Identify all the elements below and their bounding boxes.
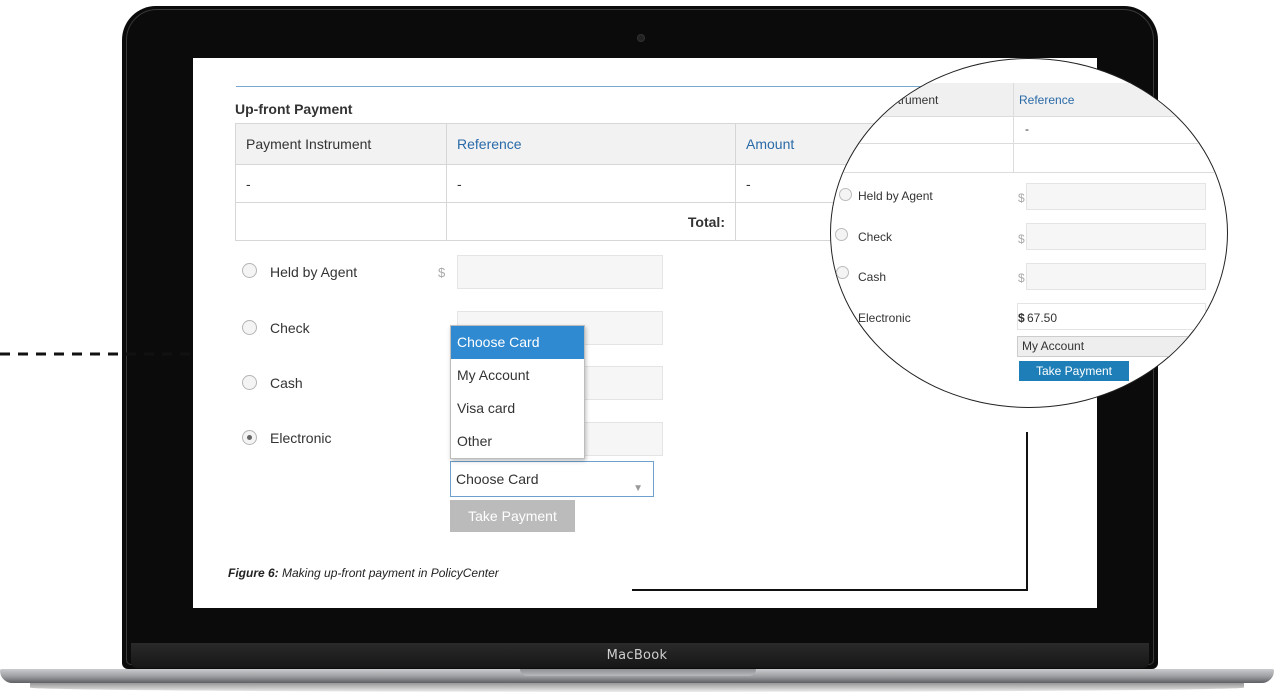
callout-connectors — [0, 352, 1028, 591]
laptop-notch — [520, 669, 756, 676]
laptop-shadow — [30, 683, 1244, 692]
brand-label: MacBook — [606, 648, 668, 663]
